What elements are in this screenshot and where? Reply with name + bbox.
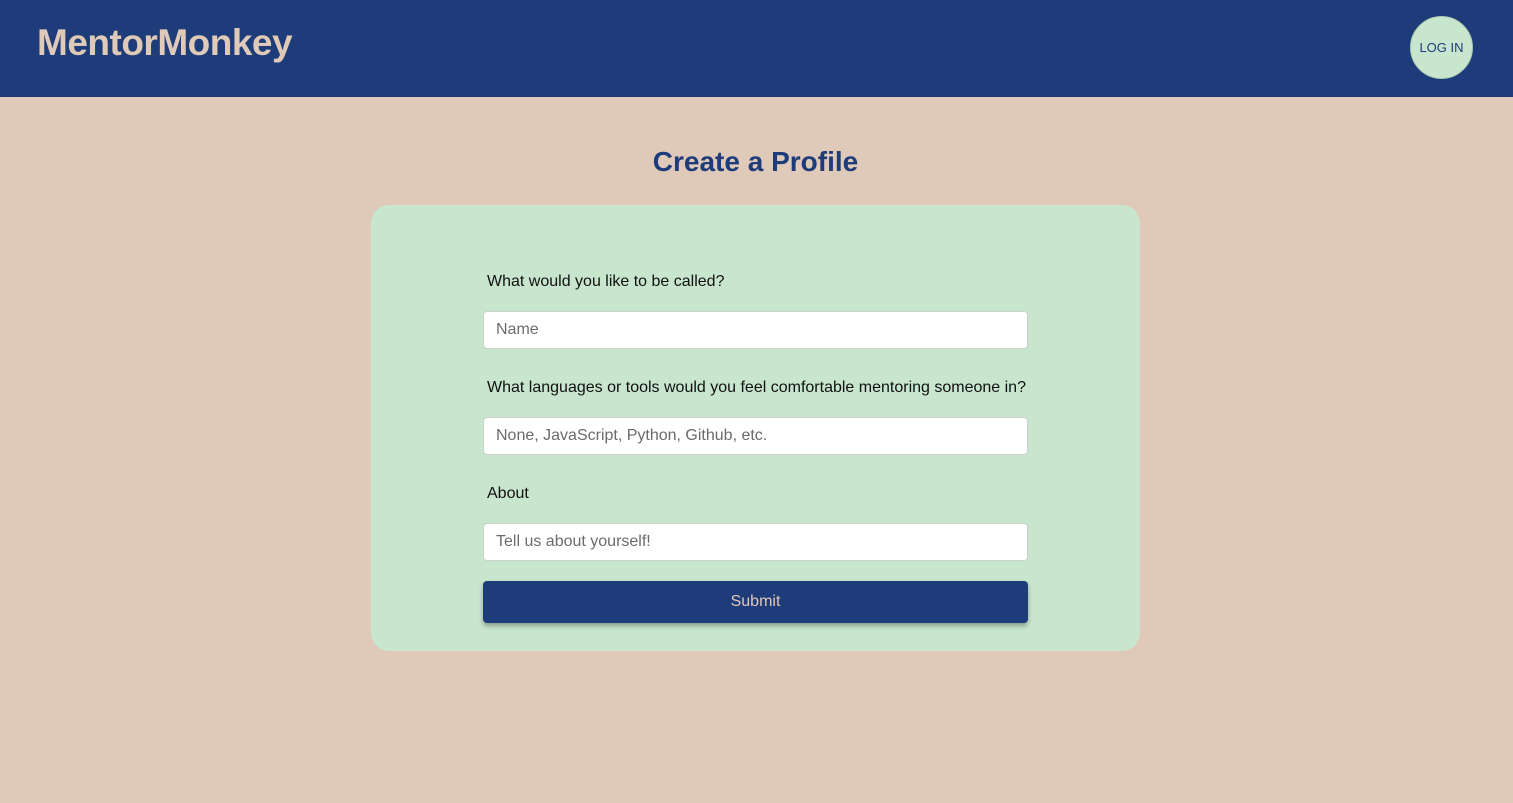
name-input[interactable] xyxy=(483,311,1028,349)
languages-input[interactable] xyxy=(483,417,1028,455)
page-title: Create a Profile xyxy=(652,146,859,177)
brand-logo-text[interactable]: MentorMonkey xyxy=(37,22,293,64)
submit-button[interactable]: Submit xyxy=(483,581,1028,623)
about-field-label: About xyxy=(487,485,529,502)
login-button[interactable]: LOG IN xyxy=(1410,16,1473,79)
about-input[interactable] xyxy=(483,523,1028,561)
name-field-label: What would you like to be called? xyxy=(487,273,725,290)
languages-field-label: What languages or tools would you feel c… xyxy=(487,379,1026,396)
top-navbar: MentorMonkey LOG IN xyxy=(0,0,1513,97)
